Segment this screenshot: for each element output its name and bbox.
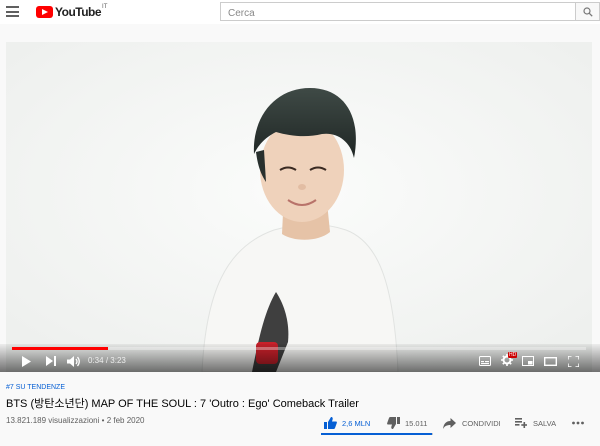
video-frame bbox=[6, 42, 592, 372]
stats-separator: • bbox=[101, 416, 105, 425]
save-label: SALVA bbox=[533, 418, 557, 428]
sentiment-bar bbox=[321, 433, 433, 435]
search-input[interactable] bbox=[221, 5, 575, 22]
more-actions-button[interactable] bbox=[572, 416, 584, 430]
fullscreen-icon bbox=[567, 355, 579, 367]
share-button[interactable]: CONDIVIDI bbox=[443, 416, 501, 430]
current-time: 0:34 bbox=[88, 356, 104, 365]
search-icon bbox=[583, 7, 593, 17]
share-label: CONDIVIDI bbox=[462, 418, 501, 428]
settings-button[interactable]: HD bbox=[499, 352, 518, 367]
video-title: BTS (방탄소년단) MAP OF THE SOUL : 7 'Outro :… bbox=[6, 398, 359, 410]
search-box bbox=[220, 2, 576, 22]
time-display: 0:34 / 3:23 bbox=[88, 356, 126, 365]
sentiment-likes bbox=[321, 433, 433, 435]
subtitles-icon bbox=[479, 356, 491, 366]
progress-played bbox=[12, 347, 109, 350]
progress-bar[interactable] bbox=[12, 347, 586, 350]
more-horizontal-icon bbox=[572, 421, 584, 425]
share-icon bbox=[443, 417, 456, 429]
playlist-add-icon bbox=[515, 418, 527, 428]
save-button[interactable]: SALVA bbox=[515, 416, 556, 430]
like-button[interactable]: 2,6 MLN bbox=[324, 416, 370, 430]
thumbs-up-icon bbox=[324, 417, 337, 429]
logo-text: YouTube bbox=[55, 5, 102, 19]
video-player[interactable] bbox=[6, 42, 592, 372]
duration: 3:23 bbox=[110, 356, 126, 365]
youtube-play-icon bbox=[36, 6, 53, 18]
next-button[interactable] bbox=[45, 355, 57, 367]
dislike-count: 15.011 bbox=[405, 418, 428, 428]
like-count: 2,6 MLN bbox=[342, 418, 371, 428]
miniplayer-icon bbox=[522, 356, 534, 366]
miniplayer-button[interactable] bbox=[521, 355, 535, 367]
dislike-button[interactable]: 15.011 bbox=[387, 416, 427, 430]
volume-icon bbox=[66, 355, 80, 367]
theater-mode-icon bbox=[543, 356, 557, 366]
volume-button[interactable] bbox=[66, 355, 80, 367]
country-code: IT bbox=[102, 4, 108, 10]
play-icon bbox=[22, 355, 31, 367]
menu-icon[interactable] bbox=[6, 6, 19, 17]
publish-date: 2 feb 2020 bbox=[106, 416, 145, 425]
subtitles-button[interactable] bbox=[478, 355, 492, 367]
view-count: 13.821.189 visualizzazioni bbox=[6, 416, 100, 425]
video-stats: 13.821.189 visualizzazioni • 2 feb 2020 bbox=[6, 416, 145, 425]
fullscreen-button[interactable] bbox=[566, 355, 580, 367]
play-button[interactable] bbox=[20, 355, 32, 367]
hd-badge: HD bbox=[508, 352, 518, 358]
trending-badge[interactable]: #7 SU TENDENZE bbox=[6, 384, 65, 391]
theater-mode-button[interactable] bbox=[543, 355, 557, 367]
skip-next-icon bbox=[46, 356, 56, 366]
search-button[interactable] bbox=[576, 2, 600, 21]
thumbs-down-icon bbox=[387, 417, 400, 429]
time-separator: / bbox=[105, 356, 109, 365]
youtube-logo[interactable]: YouTube IT bbox=[36, 4, 108, 19]
